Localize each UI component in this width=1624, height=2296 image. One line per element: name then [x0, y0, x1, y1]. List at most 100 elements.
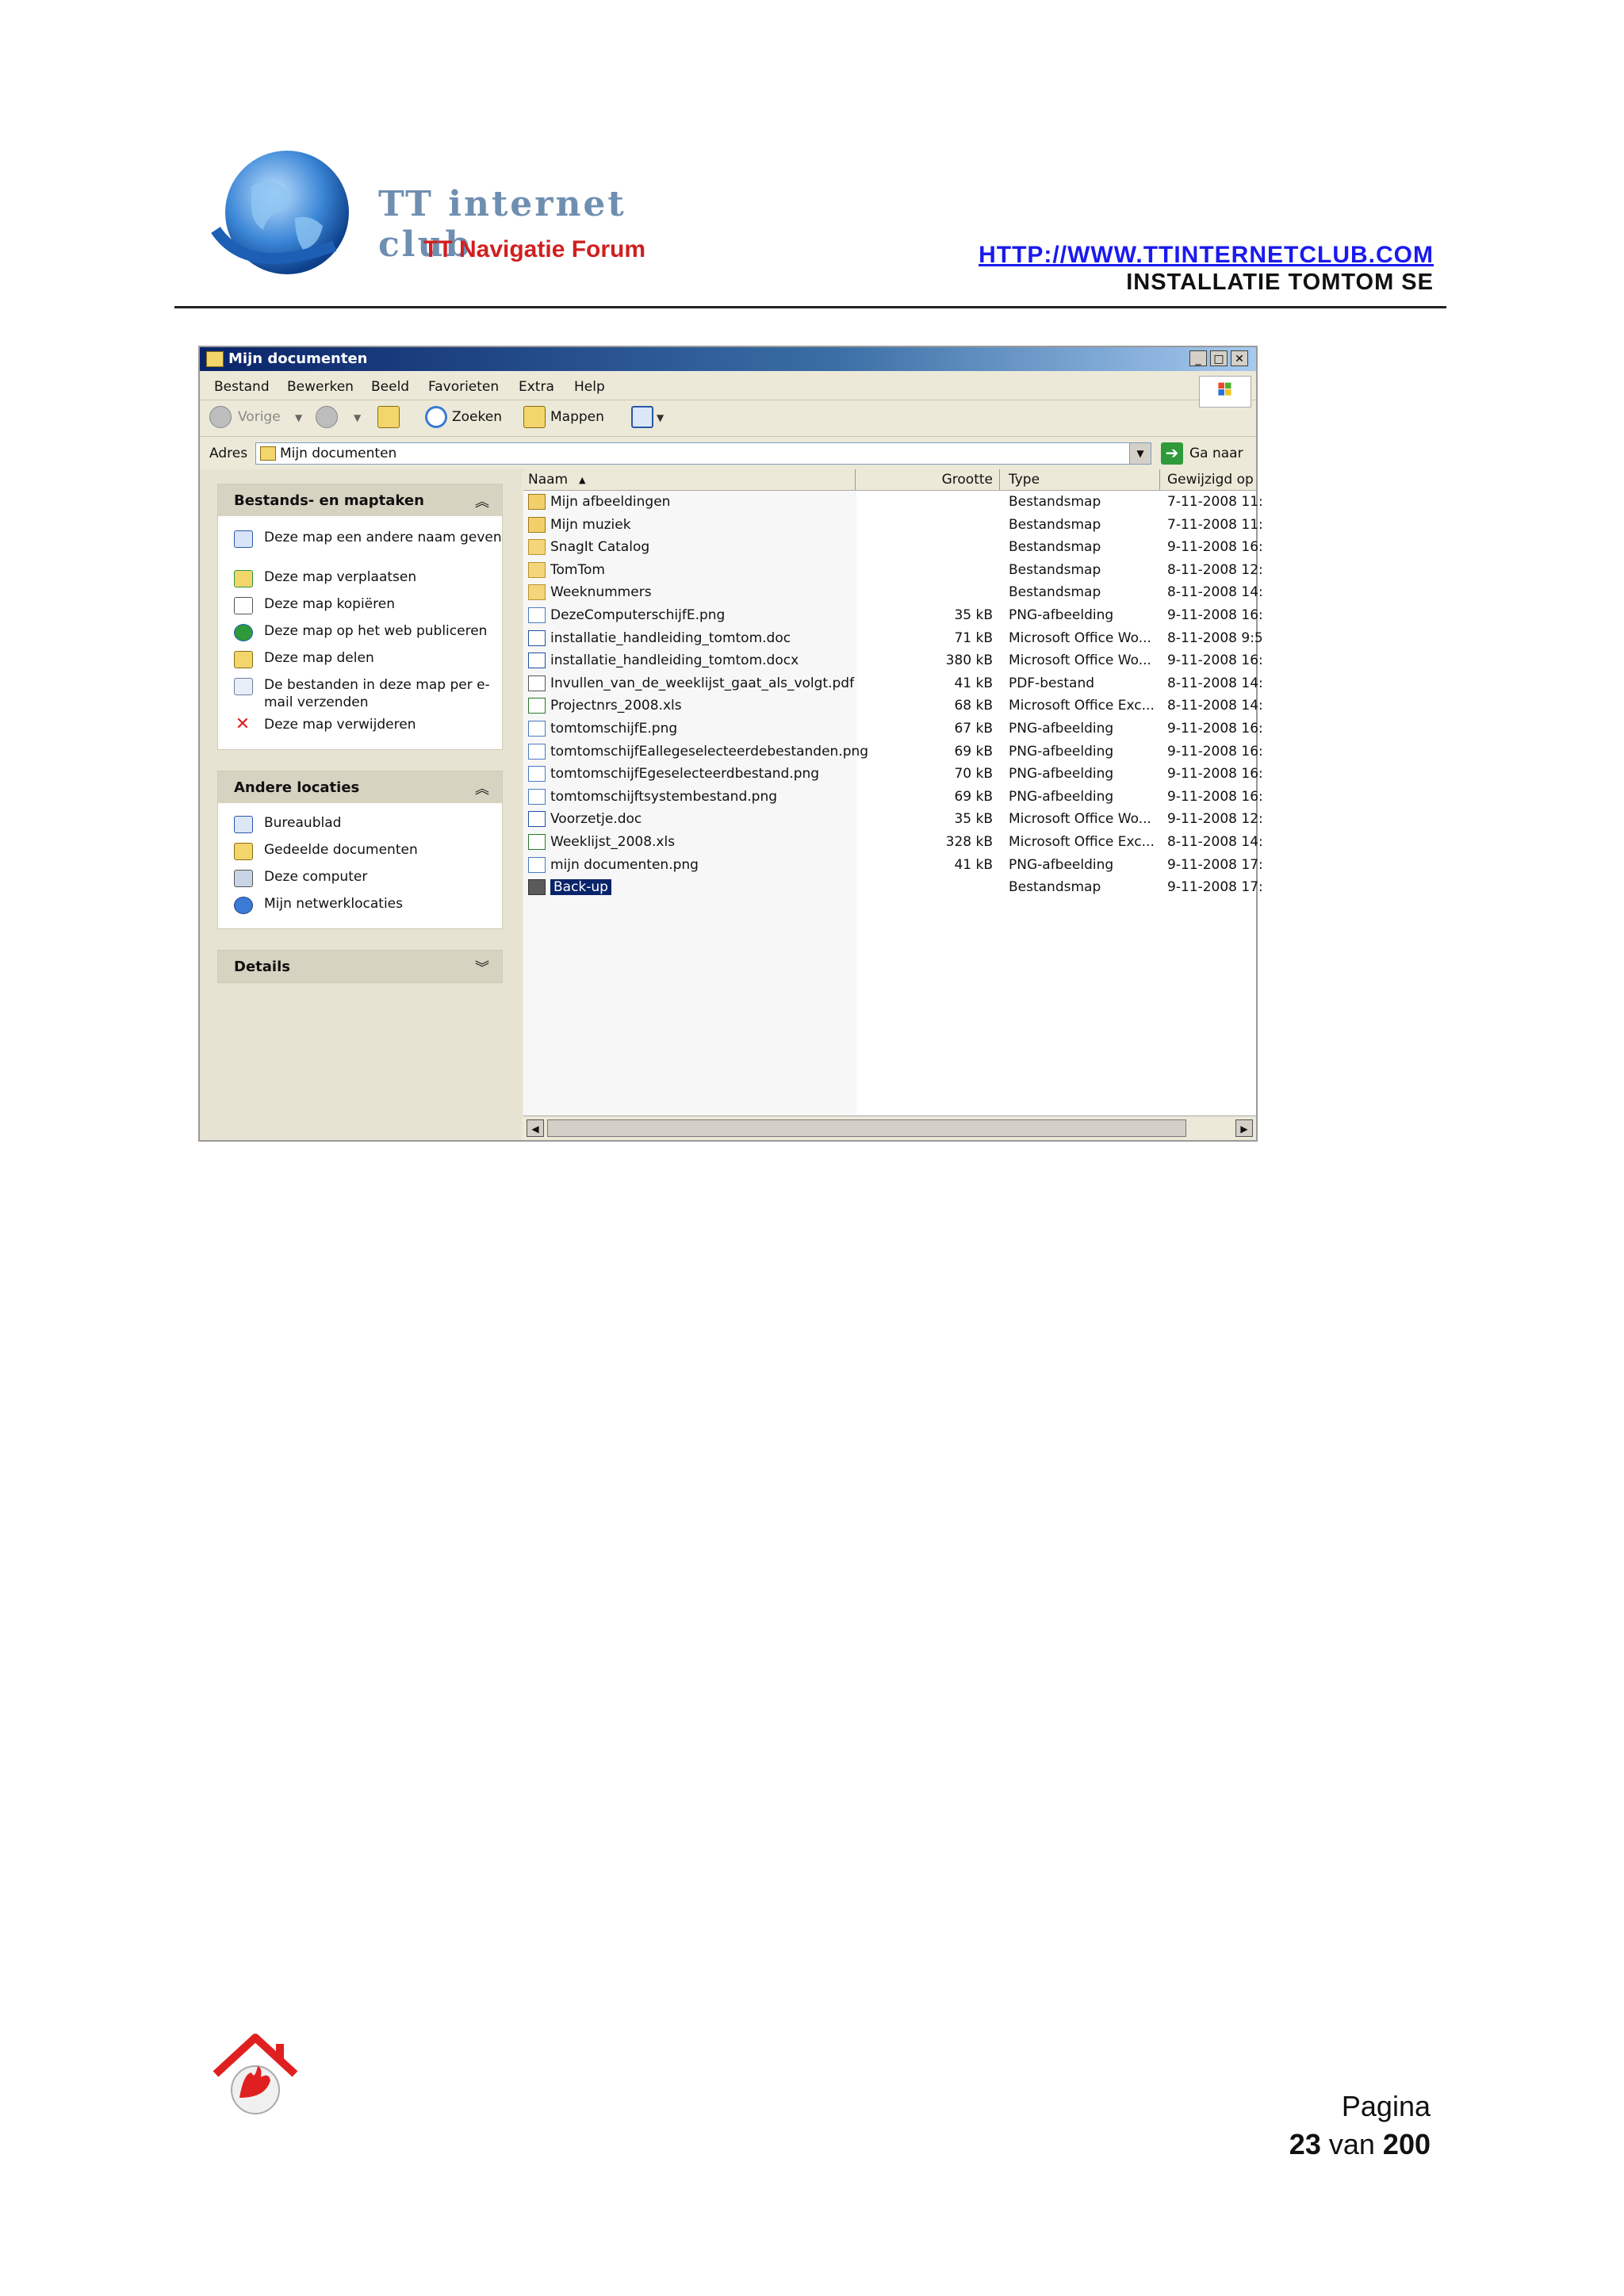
file-row[interactable]: Weeknummers Bestandsmap 8-11-2008 14:49	[523, 582, 1262, 604]
column-size[interactable]: Grootte	[856, 472, 993, 488]
column-modified[interactable]: Gewijzigd op	[1167, 472, 1254, 488]
file-modified: 7-11-2008 11:00	[1167, 516, 1262, 533]
chevron-down-icon[interactable]: ▼	[1129, 443, 1151, 464]
address-field[interactable]: Mijn documenten ▼	[255, 442, 1151, 465]
back-arrow-icon[interactable]	[209, 406, 232, 428]
file-modified: 9-11-2008 12:47	[1167, 811, 1262, 828]
go-arrow-icon[interactable]: ➔	[1161, 442, 1183, 465]
file-row[interactable]: TomTom Bestandsmap 8-11-2008 12:46	[523, 560, 1262, 582]
file-name: tomtomschijfE.png	[550, 721, 678, 737]
file-row[interactable]: tomtomschijfE.png 67 kB PNG-afbeelding 9-11…	[523, 718, 1262, 740]
file-modified: 9-11-2008 16:15	[1167, 788, 1262, 805]
task-pane: Bestands- en maptaken ︽ Deze map een and…	[200, 469, 522, 1140]
close-button[interactable]: ✕	[1231, 350, 1248, 366]
file-modified: 9-11-2008 17:00	[1167, 856, 1262, 873]
folder-icon	[528, 539, 546, 556]
file-row[interactable]: installatie_handleiding_tomtom.docx 380 k…	[523, 650, 1262, 672]
folder-up-icon[interactable]	[377, 406, 400, 428]
file-size: 35 kB	[954, 811, 993, 828]
image-file-icon	[528, 721, 546, 737]
file-row[interactable]: Mijn muziek Bestandsmap 7-11-2008 11:00	[523, 515, 1262, 537]
horizontal-scrollbar[interactable]: ◀ ▶	[523, 1115, 1256, 1140]
image-file-icon	[528, 766, 546, 783]
views-dropdown-icon[interactable]: ▼	[657, 412, 664, 423]
file-tasks-panel: Bestands- en maptaken ︽ Deze map een and…	[217, 484, 503, 750]
file-size: 380 kB	[945, 652, 993, 669]
menu-beeld[interactable]: Beeld	[371, 379, 409, 395]
file-row[interactable]: Mijn afbeeldingen Bestandsmap 7-11-2008 11…	[523, 492, 1262, 514]
file-row[interactable]: Projectnrs_2008.xls 68 kB Microsoft Office…	[523, 695, 1262, 718]
menu-bewerken[interactable]: Bewerken	[287, 379, 354, 395]
maximize-button[interactable]: □	[1210, 350, 1228, 366]
scroll-left-icon[interactable]: ◀	[527, 1119, 544, 1137]
scroll-thumb[interactable]	[547, 1119, 1186, 1137]
task-rename[interactable]: Deze map een andere naam geven	[234, 529, 502, 565]
column-type[interactable]: Type	[1009, 472, 1040, 488]
folders-icon[interactable]	[523, 406, 546, 428]
special-folder-icon	[528, 516, 546, 533]
file-row[interactable]: DezeComputerschijfE.png 35 kB PNG-afbeeldi…	[523, 605, 1262, 627]
excel-file-icon	[528, 698, 546, 714]
file-type: PDF-bestand	[1009, 675, 1095, 691]
forward-arrow-icon[interactable]	[316, 406, 338, 428]
details-header[interactable]: Details ︾	[218, 951, 502, 982]
folder-icon	[528, 584, 546, 601]
file-row[interactable]: installatie_handleiding_tomtom.doc 71 kB M…	[523, 628, 1262, 650]
file-type: PNG-afbeelding	[1009, 856, 1114, 873]
search-icon[interactable]	[425, 406, 447, 428]
views-icon[interactable]	[631, 406, 653, 428]
file-name: Invullen_van_de_weeklijst_gaat_als_volgt…	[550, 675, 855, 691]
file-name: TomTom	[550, 561, 605, 578]
file-modified: 9-11-2008 16:54	[1167, 766, 1262, 783]
go-button[interactable]: Ga naar	[1189, 446, 1243, 461]
file-size: 70 kB	[954, 766, 993, 783]
collapse-icon[interactable]: ︽	[475, 491, 489, 511]
other-places-header[interactable]: Andere locaties ︽	[218, 771, 502, 803]
file-name: Voorzetje.doc	[550, 811, 642, 828]
file-name: installatie_handleiding_tomtom.docx	[550, 652, 799, 669]
file-type: PNG-afbeelding	[1009, 788, 1114, 805]
sort-ascending-icon: ▲	[579, 475, 586, 485]
file-row[interactable]: Weeklijst_2008.xls 328 kB Microsoft Office…	[523, 832, 1262, 854]
column-name[interactable]: Naam	[528, 472, 568, 488]
file-size: 69 kB	[954, 788, 993, 805]
file-row[interactable]: tomtomschijftsystembestand.png 69 kB PNG-a…	[523, 786, 1262, 809]
file-tasks-header[interactable]: Bestands- en maptaken ︽	[218, 484, 502, 516]
file-row[interactable]: tomtomschijfEallegeselecteerdebestanden.…	[523, 741, 1262, 763]
file-name: tomtomschijfEgeselecteerdbestand.png	[550, 766, 820, 783]
file-type: Microsoft Office Wo...	[1009, 811, 1151, 828]
menu-favorieten[interactable]: Favorieten	[428, 379, 499, 395]
collapse-icon[interactable]: ︽	[475, 778, 489, 798]
file-size: 35 kB	[954, 607, 993, 623]
folders-button[interactable]: Mappen	[550, 409, 604, 425]
scroll-right-icon[interactable]: ▶	[1235, 1119, 1253, 1137]
file-row[interactable]: Voorzetje.doc 35 kB Microsoft Office Wo...…	[523, 809, 1262, 831]
file-row[interactable]: mijn documenten.png 41 kB PNG-afbeelding 9-…	[523, 855, 1262, 877]
document-title: INSTALLATIE TOMTOM SE	[1126, 270, 1434, 295]
task-email[interactable]: De bestanden in deze map per e-mail verz…	[234, 676, 496, 713]
menu-extra[interactable]: Extra	[519, 379, 554, 395]
expand-icon[interactable]: ︾	[475, 957, 489, 978]
menu-bestand[interactable]: Bestand	[214, 379, 270, 395]
file-modified: 8-11-2008 14:23	[1167, 675, 1262, 691]
file-row[interactable]: SnagIt Catalog Bestandsmap 9-11-2008 16:06	[523, 537, 1262, 559]
delete-x-icon: ✕	[235, 714, 251, 734]
menu-help[interactable]: Help	[574, 379, 605, 395]
site-url-link[interactable]: HTTP://WWW.TTINTERNETCLUB.COM	[979, 242, 1434, 269]
file-name: SnagIt Catalog	[550, 539, 650, 556]
forward-dropdown-icon[interactable]: ▼	[354, 412, 361, 423]
title-bar[interactable]: Mijn documenten _ □ ✕	[200, 347, 1256, 371]
file-type: Bestandsmap	[1009, 494, 1101, 510]
file-row[interactable]: Invullen_van_de_weeklijst_gaat_als_volgt…	[523, 673, 1262, 695]
file-name: tomtomschijfEallegeselecteerdebestanden.…	[550, 743, 869, 760]
back-button[interactable]: Vorige	[238, 409, 281, 425]
search-button[interactable]: Zoeken	[452, 409, 502, 425]
file-type: Microsoft Office Exc...	[1009, 698, 1155, 714]
special-folder-icon	[528, 494, 546, 510]
file-type: Microsoft Office Wo...	[1009, 652, 1151, 669]
file-row[interactable]: Back-up Bestandsmap 9-11-2008 17:01	[523, 877, 1262, 899]
minimize-button[interactable]: _	[1189, 350, 1207, 366]
back-dropdown-icon[interactable]: ▼	[295, 412, 302, 423]
word-document-icon	[528, 811, 546, 828]
file-row[interactable]: tomtomschijfEgeselecteerdbestand.png 70 k…	[523, 763, 1262, 786]
